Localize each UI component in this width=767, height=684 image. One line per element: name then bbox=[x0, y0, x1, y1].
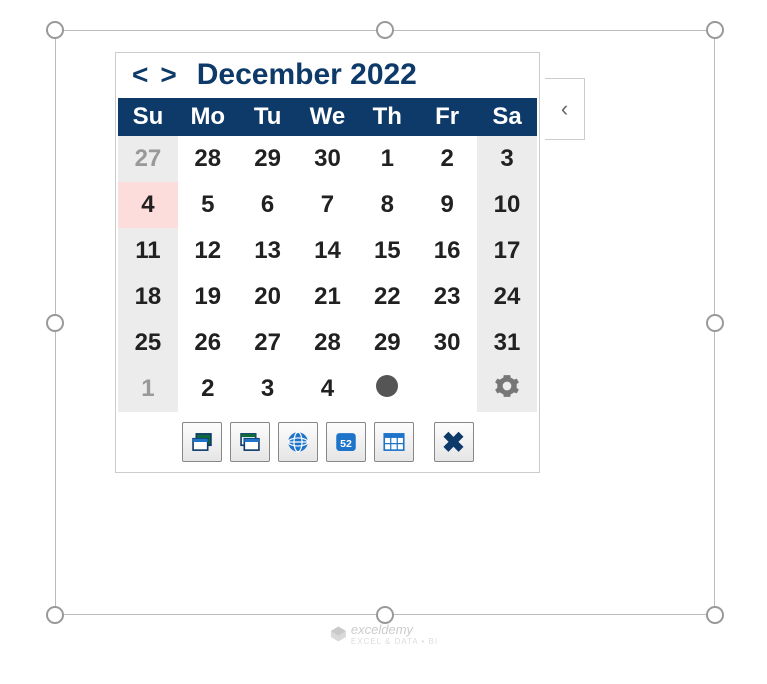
multi-window-icon bbox=[237, 429, 263, 455]
day-cell[interactable]: 12 bbox=[178, 228, 238, 274]
globe-button[interactable] bbox=[278, 422, 318, 462]
close-button[interactable]: ✖ bbox=[434, 422, 474, 462]
restore-window-button[interactable] bbox=[182, 422, 222, 462]
day-cell[interactable]: 11 bbox=[118, 228, 178, 274]
calendar-widget: < > December 2022 Su Mo Tu We Th Fr Sa 2… bbox=[115, 52, 540, 473]
day-cell[interactable]: 1 bbox=[118, 366, 178, 412]
collapse-tab-button[interactable]: ‹ bbox=[545, 78, 585, 140]
day-cell[interactable]: 10 bbox=[477, 182, 537, 228]
resize-handle-bottom-right[interactable] bbox=[706, 606, 724, 624]
calendar-row: 45678910 bbox=[118, 182, 537, 228]
clock-button[interactable] bbox=[357, 366, 417, 412]
day-cell[interactable]: 31 bbox=[477, 320, 537, 366]
day-cell[interactable]: 5 bbox=[178, 182, 238, 228]
resize-handle-top-right[interactable] bbox=[706, 21, 724, 39]
gear-icon bbox=[494, 378, 520, 405]
day-cell[interactable]: 29 bbox=[238, 136, 298, 182]
resize-handle-middle-left[interactable] bbox=[46, 314, 64, 332]
settings-button[interactable] bbox=[477, 366, 537, 412]
table-icon bbox=[381, 429, 407, 455]
resize-handle-middle-right[interactable] bbox=[706, 314, 724, 332]
day-cell[interactable]: 2 bbox=[178, 366, 238, 412]
day-cell[interactable]: 8 bbox=[357, 182, 417, 228]
day-cell[interactable]: 6 bbox=[238, 182, 298, 228]
day-cell[interactable]: 29 bbox=[357, 320, 417, 366]
week-number-icon: 52 bbox=[333, 429, 359, 455]
watermark-subtext: EXCEL & DATA • BI bbox=[351, 637, 438, 646]
restore-window-icon bbox=[189, 429, 215, 455]
month-year-title[interactable]: December 2022 bbox=[197, 58, 417, 92]
day-cell[interactable]: 21 bbox=[298, 274, 358, 320]
day-cell[interactable]: 1 bbox=[357, 136, 417, 182]
day-cell[interactable]: 22 bbox=[357, 274, 417, 320]
day-cell[interactable]: 19 bbox=[178, 274, 238, 320]
calendar-row: 27282930123 bbox=[118, 136, 537, 182]
watermark-text: exceldemy bbox=[351, 622, 413, 637]
day-cell[interactable]: 4 bbox=[298, 366, 358, 412]
day-cell[interactable]: 23 bbox=[417, 274, 477, 320]
day-header-th: Th bbox=[357, 98, 417, 136]
day-cell[interactable]: 2 bbox=[417, 136, 477, 182]
day-cell[interactable]: 30 bbox=[417, 320, 477, 366]
calendar-row: 25262728293031 bbox=[118, 320, 537, 366]
day-cell[interactable]: 9 bbox=[417, 182, 477, 228]
day-cell[interactable]: 26 bbox=[178, 320, 238, 366]
calendar-row: 11121314151617 bbox=[118, 228, 537, 274]
close-icon: ✖ bbox=[442, 426, 465, 459]
calendar-row: 1234 bbox=[118, 366, 537, 412]
day-cell[interactable]: 24 bbox=[477, 274, 537, 320]
day-cell[interactable]: 3 bbox=[238, 366, 298, 412]
empty-cell bbox=[417, 366, 477, 412]
day-header-su: Su bbox=[118, 98, 178, 136]
calendar-toolbar: 52 ✖ bbox=[118, 422, 537, 462]
resize-handle-bottom-middle[interactable] bbox=[376, 606, 394, 624]
day-header-we: We bbox=[298, 98, 358, 136]
day-header-tu: Tu bbox=[238, 98, 298, 136]
svg-text:52: 52 bbox=[340, 438, 352, 450]
table-view-button[interactable] bbox=[374, 422, 414, 462]
day-cell[interactable]: 17 bbox=[477, 228, 537, 274]
globe-icon bbox=[285, 429, 311, 455]
resize-handle-top-left[interactable] bbox=[46, 21, 64, 39]
day-cell[interactable]: 27 bbox=[238, 320, 298, 366]
day-cell[interactable]: 18 bbox=[118, 274, 178, 320]
day-header-mo: Mo bbox=[178, 98, 238, 136]
day-cell[interactable]: 28 bbox=[178, 136, 238, 182]
chevron-left-icon: ‹ bbox=[561, 96, 568, 122]
day-cell[interactable]: 28 bbox=[298, 320, 358, 366]
day-cell[interactable]: 13 bbox=[238, 228, 298, 274]
day-cell[interactable]: 27 bbox=[118, 136, 178, 182]
multi-window-button[interactable] bbox=[230, 422, 270, 462]
next-month-button[interactable]: > bbox=[156, 61, 180, 89]
day-header-row: Su Mo Tu We Th Fr Sa bbox=[118, 98, 537, 136]
resize-handle-bottom-left[interactable] bbox=[46, 606, 64, 624]
day-cell[interactable]: 7 bbox=[298, 182, 358, 228]
week-number-button[interactable]: 52 bbox=[326, 422, 366, 462]
calendar-grid: Su Mo Tu We Th Fr Sa 2728293012345678910… bbox=[118, 98, 537, 412]
day-header-sa: Sa bbox=[477, 98, 537, 136]
watermark-logo-icon bbox=[329, 625, 347, 643]
watermark: exceldemy EXCEL & DATA • BI bbox=[329, 622, 438, 646]
day-cell[interactable]: 14 bbox=[298, 228, 358, 274]
day-cell[interactable]: 30 bbox=[298, 136, 358, 182]
day-header-fr: Fr bbox=[417, 98, 477, 136]
calendar-row: 18192021222324 bbox=[118, 274, 537, 320]
day-cell[interactable]: 16 bbox=[417, 228, 477, 274]
resize-handle-top-middle[interactable] bbox=[376, 21, 394, 39]
calendar-nav: < > December 2022 bbox=[118, 55, 537, 98]
clock-icon bbox=[376, 375, 398, 397]
day-cell[interactable]: 3 bbox=[477, 136, 537, 182]
prev-month-button[interactable]: < bbox=[128, 61, 152, 89]
day-cell[interactable]: 25 bbox=[118, 320, 178, 366]
day-cell[interactable]: 15 bbox=[357, 228, 417, 274]
day-cell[interactable]: 20 bbox=[238, 274, 298, 320]
day-cell[interactable]: 4 bbox=[118, 182, 178, 228]
